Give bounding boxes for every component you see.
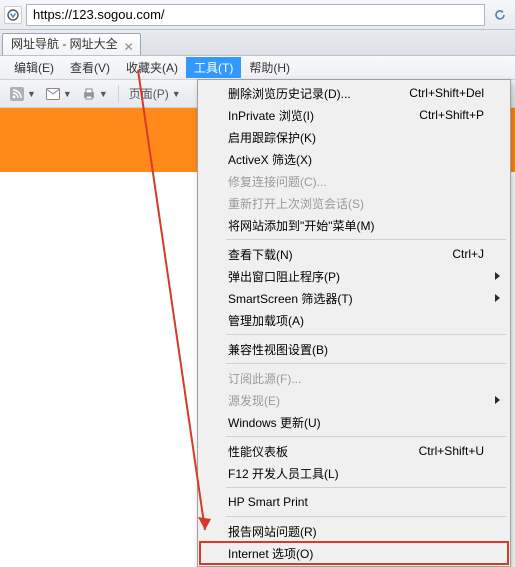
menu-feed-discovery: 源发现(E): [200, 389, 508, 411]
shortcut-text: Ctrl+Shift+P: [419, 108, 484, 122]
menu-internet-options[interactable]: Internet 选项(O): [200, 542, 508, 564]
shortcut-text: Ctrl+Shift+Del: [409, 86, 484, 100]
rss-icon[interactable]: ▼: [6, 85, 40, 103]
menu-tracking-protection[interactable]: 启用跟踪保护(K): [200, 126, 508, 148]
menu-view[interactable]: 查看(V): [62, 57, 118, 78]
menu-f12-tools[interactable]: F12 开发人员工具(L): [200, 462, 508, 484]
mail-icon[interactable]: ▼: [42, 86, 76, 102]
menu-separator: [226, 436, 506, 437]
menu-windows-update[interactable]: Windows 更新(U): [200, 411, 508, 433]
shortcut-text: Ctrl+Shift+U: [419, 444, 484, 458]
chevron-down-icon: ▼: [63, 89, 72, 99]
menu-help[interactable]: 帮助(H): [241, 57, 298, 78]
menu-subscribe-feed: 订阅此源(F)...: [200, 367, 508, 389]
menu-manage-addons[interactable]: 管理加载项(A): [200, 309, 508, 331]
tab-title: 网址导航 - 网址大全: [11, 37, 118, 51]
menu-popup-blocker[interactable]: 弹出窗口阻止程序(P): [200, 265, 508, 287]
menu-separator: [226, 487, 506, 488]
menu-fix-connection: 修复连接问题(C)...: [200, 170, 508, 192]
menu-tools[interactable]: 工具(T): [186, 57, 241, 78]
menu-separator: [226, 516, 506, 517]
print-icon[interactable]: ▼: [78, 85, 112, 103]
menu-activex-filter[interactable]: ActiveX 筛选(X): [200, 148, 508, 170]
menu-compat-view[interactable]: 兼容性视图设置(B): [200, 338, 508, 360]
address-input[interactable]: https://123.sogou.com/: [26, 4, 485, 26]
menu-add-to-start[interactable]: 将网站添加到"开始"菜单(M): [200, 214, 508, 236]
chevron-down-icon: ▼: [27, 89, 36, 99]
favicon-icon: [4, 6, 22, 24]
menu-delete-history[interactable]: 删除浏览历史记录(D)...Ctrl+Shift+Del: [200, 82, 508, 104]
menu-hp-smart-print[interactable]: HP Smart Print: [200, 491, 508, 513]
menu-reopen-last: 重新打开上次浏览会话(S): [200, 192, 508, 214]
close-icon[interactable]: ✕: [122, 37, 136, 57]
tab-strip: 网址导航 - 网址大全 ✕: [0, 30, 515, 56]
menu-separator: [226, 363, 506, 364]
menu-smartscreen[interactable]: SmartScreen 筛选器(T): [200, 287, 508, 309]
tools-dropdown: 删除浏览历史记录(D)...Ctrl+Shift+Del InPrivate 浏…: [197, 79, 511, 567]
shortcut-text: Ctrl+J: [452, 247, 484, 261]
menu-separator: [226, 239, 506, 240]
toolbar-separator: [118, 85, 119, 103]
menu-edit[interactable]: 编辑(E): [6, 57, 62, 78]
address-bar-area: https://123.sogou.com/: [0, 0, 515, 30]
menu-view-downloads[interactable]: 查看下载(N)Ctrl+J: [200, 243, 508, 265]
page-menu-label: 页面(P): [129, 85, 169, 102]
menu-separator: [226, 334, 506, 335]
menu-perf-dashboard[interactable]: 性能仪表板Ctrl+Shift+U: [200, 440, 508, 462]
chevron-down-icon: ▼: [99, 89, 108, 99]
page-menu-button[interactable]: 页面(P) ▼: [125, 83, 185, 104]
menu-bar: 编辑(E) 查看(V) 收藏夹(A) 工具(T) 帮助(H): [0, 56, 515, 80]
menu-inprivate[interactable]: InPrivate 浏览(I)Ctrl+Shift+P: [200, 104, 508, 126]
menu-favorites[interactable]: 收藏夹(A): [118, 57, 186, 78]
go-refresh-icon[interactable]: [489, 4, 511, 26]
chevron-down-icon: ▼: [172, 89, 181, 99]
browser-tab[interactable]: 网址导航 - 网址大全 ✕: [2, 33, 141, 55]
menu-report-site[interactable]: 报告网站问题(R): [200, 520, 508, 542]
